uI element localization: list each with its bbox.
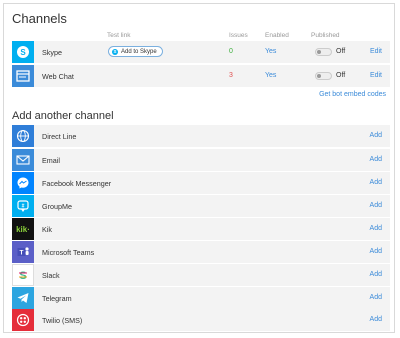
published-toggle[interactable] — [315, 48, 332, 56]
svg-text:#: # — [22, 204, 25, 210]
telegram-icon — [12, 287, 34, 309]
slack-icon: S — [12, 264, 34, 286]
page-title: Channels — [12, 11, 67, 26]
groupme-icon: # — [12, 195, 34, 217]
add-slack-button[interactable]: Add — [370, 271, 382, 278]
column-header-test-link: Test link — [107, 32, 131, 39]
channel-name: Web Chat — [42, 72, 74, 81]
column-header-published: Published — [311, 32, 340, 39]
add-groupme-button[interactable]: Add — [370, 202, 382, 209]
email-icon — [12, 149, 34, 171]
svg-text:S: S — [20, 48, 26, 57]
globe-icon — [12, 125, 34, 147]
add-kik-button[interactable]: Add — [370, 225, 382, 232]
issues-count: 0 — [229, 48, 233, 55]
published-toggle[interactable] — [315, 72, 332, 80]
add-row-microsoft-teams: T Microsoft Teams Add — [12, 241, 390, 263]
web-chat-icon — [12, 65, 34, 87]
channel-name: Slack — [42, 271, 60, 280]
channel-name: Kik — [42, 225, 52, 234]
enabled-link[interactable]: Yes — [265, 48, 276, 55]
channel-name: GroupMe — [42, 202, 72, 211]
channel-name: Microsoft Teams — [42, 248, 95, 257]
enabled-link[interactable]: Yes — [265, 72, 276, 79]
add-row-direct-line: Direct Line Add — [12, 125, 390, 147]
channel-name: Twilio (SMS) — [42, 316, 83, 325]
teams-icon: T — [12, 241, 34, 263]
add-microsoft-teams-button[interactable]: Add — [370, 248, 382, 255]
add-row-telegram: Telegram Add — [12, 287, 390, 309]
channel-name: Facebook Messenger — [42, 179, 112, 188]
column-header-enabled: Enabled — [265, 32, 289, 39]
add-row-groupme: # GroupMe Add — [12, 195, 390, 217]
add-row-facebook-messenger: Facebook Messenger Add — [12, 172, 390, 194]
add-to-skype-button[interactable]: S Add to Skype — [108, 46, 163, 57]
add-twilio-button[interactable]: Add — [370, 316, 382, 323]
svg-text:S: S — [19, 270, 26, 282]
messenger-icon — [12, 172, 34, 194]
add-row-slack: S Slack Add — [12, 264, 390, 286]
channel-name: Skype — [42, 48, 62, 57]
channel-row-web-chat: Web Chat 3 Yes Off Edit — [12, 65, 390, 87]
skype-icon: S — [12, 41, 34, 63]
channel-name: Telegram — [42, 294, 72, 303]
add-row-email: Email Add — [12, 149, 390, 171]
add-channel-heading: Add another channel — [12, 110, 114, 122]
edit-link[interactable]: Edit — [370, 48, 382, 55]
column-header-issues: Issues — [229, 32, 248, 39]
svg-text:T: T — [20, 250, 24, 257]
edit-link[interactable]: Edit — [370, 72, 382, 79]
channel-name: Email — [42, 156, 60, 165]
add-telegram-button[interactable]: Add — [370, 294, 382, 301]
published-status: Off — [336, 72, 346, 79]
kik-icon: kik· — [12, 218, 34, 240]
skype-small-icon: S — [112, 49, 118, 55]
twilio-icon — [12, 309, 34, 331]
get-bot-embed-codes-link[interactable]: Get bot embed codes — [319, 91, 386, 98]
channel-row-skype: S Skype S Add to Skype 0 Yes Off Edit — [12, 41, 390, 63]
add-row-twilio: Twilio (SMS) Add — [12, 309, 390, 331]
add-email-button[interactable]: Add — [370, 156, 382, 163]
add-row-kik: kik· Kik Add — [12, 218, 390, 240]
svg-text:kik·: kik· — [16, 225, 30, 234]
add-direct-line-button[interactable]: Add — [370, 132, 382, 139]
channel-name: Direct Line — [42, 132, 77, 141]
add-facebook-messenger-button[interactable]: Add — [370, 179, 382, 186]
issues-count: 3 — [229, 72, 233, 79]
published-status: Off — [336, 48, 346, 55]
channels-panel: Channels Test link Issues Enabled Publis… — [3, 3, 395, 333]
